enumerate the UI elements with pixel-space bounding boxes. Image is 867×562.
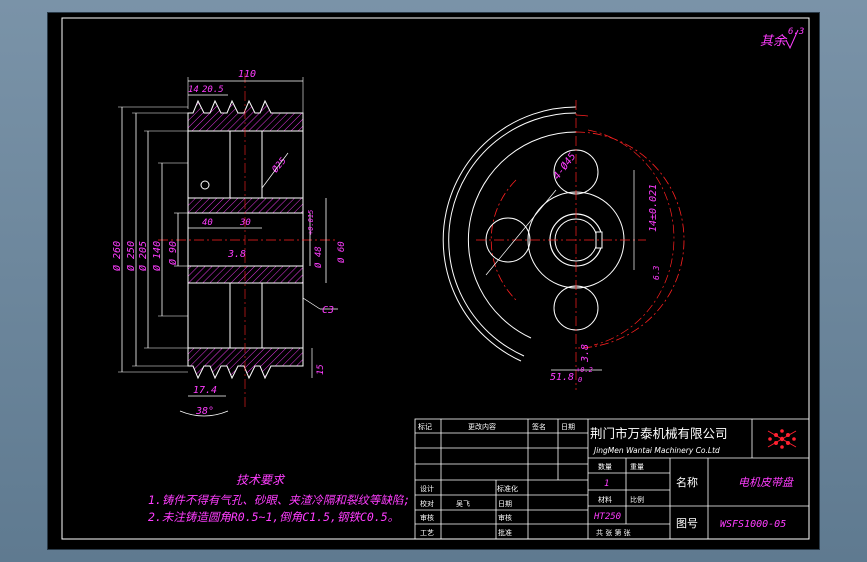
bottom-rim bbox=[187, 347, 304, 380]
top-rim bbox=[187, 99, 304, 132]
dim-groove-b: 20.5 bbox=[202, 85, 224, 95]
tech-line-1: 1.铸件不得有气孔、砂眼、夹渣冷隔和裂纹等缺陷; bbox=[148, 493, 410, 507]
design-label: 设计 bbox=[420, 484, 434, 493]
cad-drawing: 其余 6.3 Ø 260 Ø 250 Ø 205 Ø 140 Ø 90 110 … bbox=[61, 17, 810, 540]
drawing-frame bbox=[61, 17, 810, 540]
keyway-depth-tol2: 0 bbox=[578, 376, 582, 384]
dim-3-8: 3.8 bbox=[227, 249, 246, 260]
company-logo-icon bbox=[767, 429, 797, 449]
drawing-no-value: WSFS1000-05 bbox=[720, 519, 786, 530]
verify-label: 审核 bbox=[498, 513, 512, 522]
dim-groove-a: 14 bbox=[188, 85, 199, 95]
tech-line-2: 2.未注铸造圆角R0.5~1,倒角C1.5,钢铁C0.5。 bbox=[148, 510, 399, 524]
keyway-depth: 51.8 bbox=[550, 372, 574, 383]
dia-260: Ø 260 bbox=[111, 241, 123, 271]
dim-40: 40 bbox=[202, 218, 213, 228]
tech-requirements: 技术要求 1.铸件不得有气孔、砂眼、夹渣冷隔和裂纹等缺陷; 2.未注铸造圆角R0… bbox=[148, 473, 410, 524]
name-label: 名称 bbox=[676, 475, 698, 489]
name-value: 电机皮带盘 bbox=[738, 476, 795, 489]
process-label: 工艺 bbox=[420, 529, 434, 537]
angle-38: 38° bbox=[195, 406, 214, 417]
tech-title: 技术要求 bbox=[236, 473, 286, 487]
sheets-label: 共 张 第 张 bbox=[596, 528, 631, 537]
standard-label: 标准化 bbox=[497, 484, 518, 493]
dim-17-4: 17.4 bbox=[193, 385, 217, 396]
side-dim-3-8: 3.8 bbox=[580, 344, 591, 363]
material-value: HT250 bbox=[593, 512, 621, 522]
tol-48: +0.015 bbox=[307, 210, 315, 235]
side-view: 4-Ø45 14±0.021 6.3 51.8 +0.2 0 3.8 bbox=[442, 100, 685, 390]
approve-label: 批准 bbox=[498, 528, 512, 537]
company-cn: 荆门市万泰机械有限公司 bbox=[590, 426, 728, 441]
material-label: 材料 bbox=[598, 495, 612, 504]
qty-label: 数量 bbox=[598, 462, 612, 471]
company-en: JingMen Wantai Machinery Co.Ltd bbox=[592, 446, 720, 455]
dim-30: 30 bbox=[239, 218, 251, 228]
dia-48: Ø 48 bbox=[313, 246, 324, 268]
upper-hub bbox=[187, 197, 304, 214]
dia-250: Ø 250 bbox=[125, 241, 137, 271]
title-block-text: 标记 更改内容 签名 日期 荆门市万泰机械有限公司 JingMen Wantai… bbox=[418, 422, 797, 537]
dia-205: Ø 205 bbox=[137, 241, 149, 271]
section-view: Ø 260 Ø 250 Ø 205 Ø 140 Ø 90 110 14 20.5… bbox=[111, 69, 347, 417]
date-label: 日期 bbox=[498, 500, 512, 508]
drawing-no-label: 图号 bbox=[676, 517, 698, 530]
qty-value: 1 bbox=[604, 479, 609, 489]
chamfer-c3: C3 bbox=[322, 305, 334, 316]
dim-top-width: 110 bbox=[238, 69, 256, 80]
drawing-sheet: 其余 6.3 Ø 260 Ø 250 Ø 205 Ø 140 Ø 90 110 … bbox=[48, 13, 819, 549]
dia-60: Ø 60 bbox=[336, 241, 347, 263]
rev-sign: 签名 bbox=[532, 422, 546, 431]
lower-hub bbox=[187, 265, 304, 284]
rev-content: 更改内容 bbox=[468, 422, 496, 431]
rev-mark: 标记 bbox=[418, 422, 432, 431]
keyway-width: 14±0.021 bbox=[648, 184, 659, 232]
roughness-value: 6.3 bbox=[788, 27, 804, 37]
rev-date: 日期 bbox=[561, 423, 575, 431]
check-label: 校对 bbox=[420, 499, 434, 508]
roughness-note: 其余 bbox=[760, 33, 788, 49]
review-label: 审核 bbox=[420, 513, 434, 522]
keyway-depth-tol: +0.2 bbox=[576, 366, 593, 374]
dia-140: Ø 140 bbox=[151, 241, 163, 271]
rough-63: 6.3 bbox=[652, 265, 661, 280]
designer: 吴飞 bbox=[456, 500, 470, 508]
dia-90: Ø 90 bbox=[167, 241, 179, 265]
scale-label: 比例 bbox=[630, 495, 644, 504]
weight-label: 重量 bbox=[630, 463, 644, 471]
dim-15: 15 bbox=[316, 364, 326, 375]
